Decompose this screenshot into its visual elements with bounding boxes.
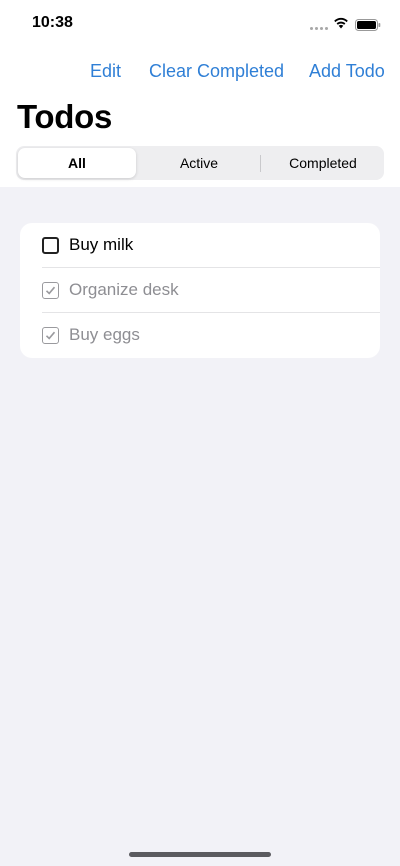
- checked-checkbox-icon[interactable]: [42, 327, 59, 344]
- filter-all[interactable]: All: [18, 148, 136, 178]
- todo-row[interactable]: Buy eggs: [20, 313, 380, 358]
- page-title: Todos: [17, 98, 113, 135]
- todo-label: Buy milk: [69, 235, 134, 254]
- wifi-icon: [333, 16, 349, 29]
- unchecked-checkbox-icon[interactable]: [42, 237, 59, 254]
- todo-list: Buy milk Organize desk Buy eggs: [20, 223, 380, 358]
- todo-label: Organize desk: [69, 280, 179, 299]
- filter-active[interactable]: Active: [140, 148, 258, 178]
- todo-row[interactable]: Organize desk: [20, 268, 380, 313]
- signal-icon: [310, 27, 329, 30]
- todo-label: Buy eggs: [69, 325, 140, 344]
- checked-checkbox-icon[interactable]: [42, 282, 59, 299]
- battery-icon: [355, 18, 381, 31]
- status-time: 10:38: [32, 14, 73, 31]
- todo-row[interactable]: Buy milk: [20, 223, 380, 268]
- todo-screen: 10:38 Edit Clear Completed Add Todo Todo…: [0, 0, 400, 866]
- filter-segmented-control: All Active Completed: [16, 146, 384, 180]
- filter-completed[interactable]: Completed: [264, 148, 382, 178]
- status-bar: 10:38: [0, 0, 400, 50]
- segment-divider: [260, 155, 261, 172]
- nav-bar: Edit Clear Completed Add Todo: [0, 55, 400, 87]
- clear-completed-button[interactable]: Clear Completed: [149, 61, 284, 82]
- add-todo-button[interactable]: Add Todo: [309, 61, 385, 82]
- edit-button[interactable]: Edit: [90, 61, 121, 82]
- home-indicator[interactable]: [129, 852, 271, 857]
